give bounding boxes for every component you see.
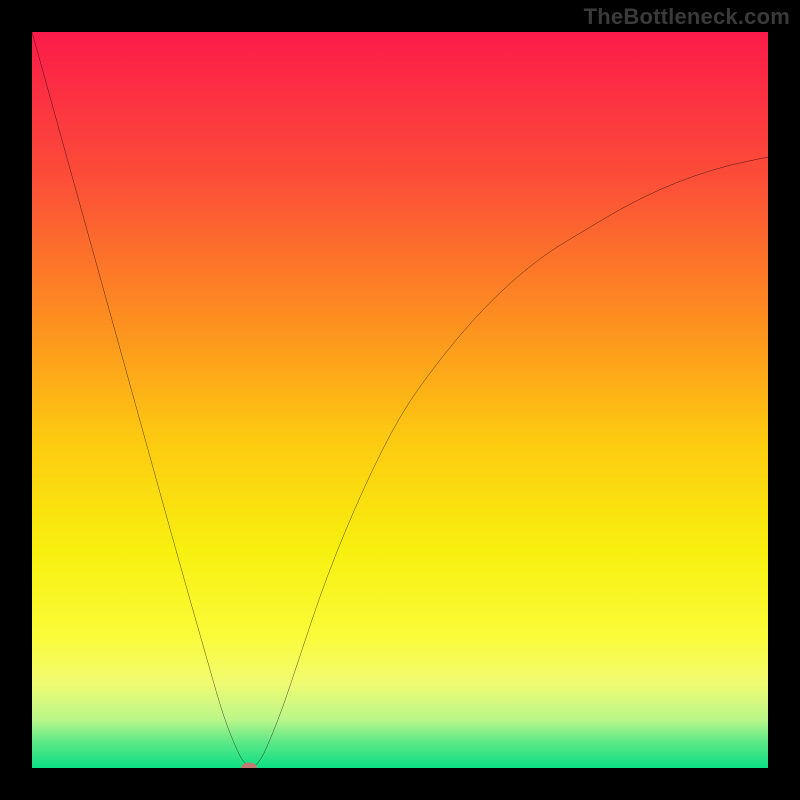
- gradient-background: [32, 32, 768, 768]
- watermark-text: TheBottleneck.com: [584, 4, 790, 30]
- plot-area: [32, 32, 768, 768]
- chart-frame: TheBottleneck.com: [0, 0, 800, 800]
